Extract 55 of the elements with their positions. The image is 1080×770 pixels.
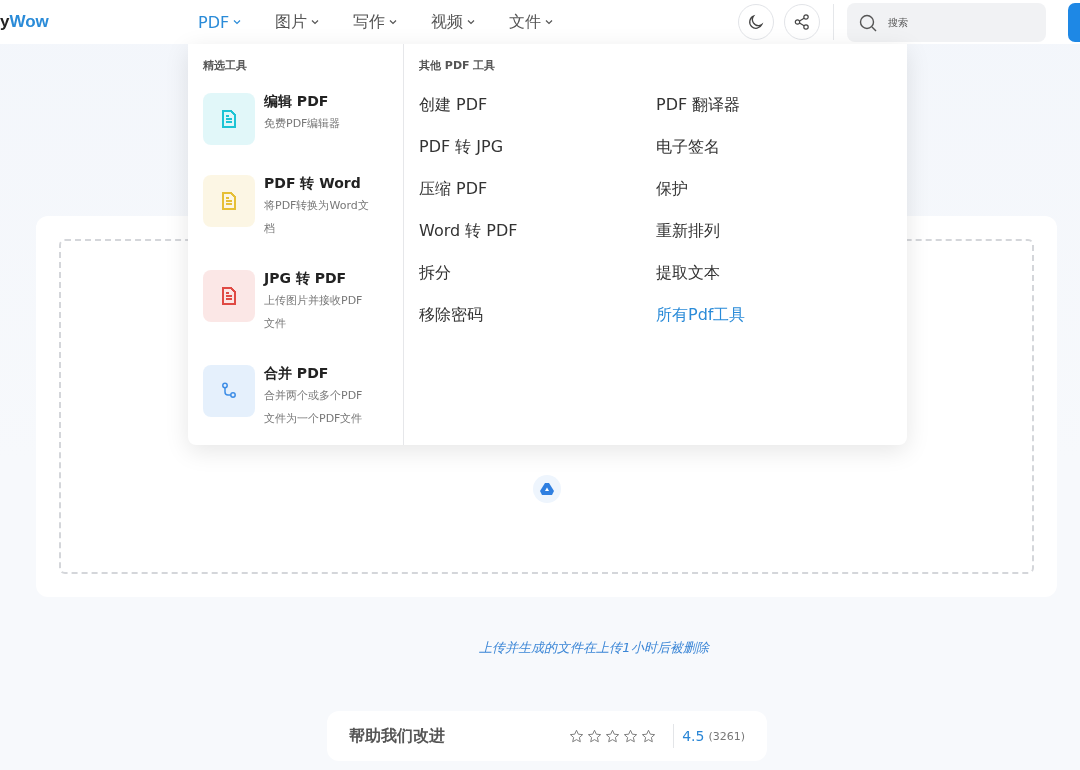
moon-icon <box>747 13 765 31</box>
all-tools-link[interactable]: 所有Pdf工具 <box>656 305 893 326</box>
chevron-icon <box>544 17 555 27</box>
chevron-icon <box>466 17 477 27</box>
tool-link[interactable]: PDF 翻译器 <box>656 95 893 116</box>
tool-icon-tile[interactable] <box>203 175 255 227</box>
star-icon[interactable] <box>623 728 639 744</box>
tool-description: 将PDF转换为Word文档 <box>264 198 370 237</box>
tool-link[interactable]: 移除密码 <box>419 305 656 326</box>
tool-link[interactable]: 电子签名 <box>656 137 893 158</box>
share-icon <box>793 13 811 31</box>
dark-mode-button[interactable] <box>738 4 774 40</box>
star-icon[interactable] <box>641 728 657 744</box>
upload-note: 上传并生成的文件在上传1小时后被删除 <box>478 639 711 657</box>
tool-icon-tile[interactable] <box>203 93 255 145</box>
tool-description: 上传图片并接收PDF文件 <box>264 293 364 332</box>
tool-link[interactable]: 拆分 <box>419 263 656 284</box>
nav-tab[interactable]: 文件 <box>509 11 555 33</box>
star-icon[interactable] <box>569 728 585 744</box>
chevron-icon <box>388 17 399 27</box>
nav-tab[interactable]: 视频 <box>431 11 477 33</box>
tool-title[interactable]: PDF 转 Word <box>264 175 372 193</box>
nav-tab[interactable]: 图片 <box>275 11 321 33</box>
tool-link[interactable]: 压缩 PDF <box>419 179 656 200</box>
feedback-prompt: 帮助我们改进 <box>349 725 445 747</box>
section-heading: 其他 PDF 工具 <box>419 58 497 73</box>
tool-title[interactable]: 编辑 PDF <box>264 93 372 111</box>
tool-icon-tile[interactable] <box>203 270 255 322</box>
section-heading: 精选工具 <box>203 58 248 73</box>
tool-description: 合并两个或多个PDF文件为一个PDF文件 <box>264 388 364 427</box>
logo[interactable]: yWow <box>0 12 198 32</box>
nav-tab[interactable]: PDF <box>198 11 243 33</box>
tool-description: 免费PDF编辑器 <box>264 116 342 132</box>
chevron-icon <box>310 17 321 27</box>
rating-count: (3261) <box>708 729 745 743</box>
tool-title[interactable]: JPG 转 PDF <box>264 270 372 288</box>
rating-score: 4.5 <box>682 728 705 744</box>
drive-icon <box>539 483 554 495</box>
star-icon[interactable] <box>587 728 603 744</box>
tool-link[interactable]: 创建 PDF <box>419 95 656 116</box>
tool-link[interactable]: Word 转 PDF <box>419 221 656 242</box>
search-icon <box>858 12 878 33</box>
tool-link[interactable]: PDF 转 JPG <box>419 137 656 158</box>
share-button[interactable] <box>784 4 820 40</box>
nav-tab[interactable]: 写作 <box>353 11 399 33</box>
primary-button[interactable] <box>1068 2 1080 42</box>
tool-title[interactable]: 合并 PDF <box>264 365 372 383</box>
tool-icon-tile[interactable] <box>203 365 255 417</box>
star-icon[interactable] <box>605 728 621 744</box>
tool-link[interactable]: 提取文本 <box>656 263 893 284</box>
chevron-icon <box>232 17 243 27</box>
tool-link[interactable]: 重新排列 <box>656 221 893 242</box>
tool-link[interactable]: 保护 <box>656 179 893 200</box>
search-field[interactable]: 搜索 <box>847 2 1046 42</box>
drive-button[interactable] <box>532 475 561 503</box>
